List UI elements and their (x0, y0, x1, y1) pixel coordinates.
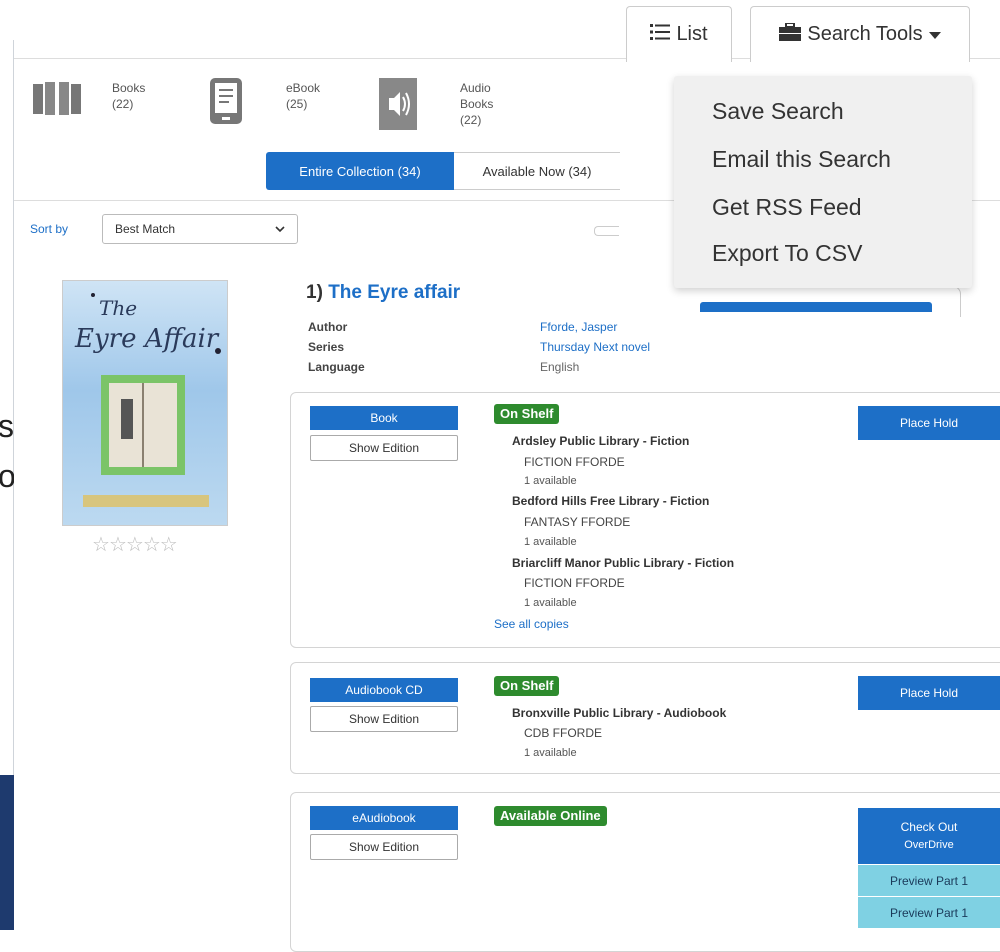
format-eaudiobook-button[interactable]: eAudiobook (310, 806, 458, 830)
status-badge: On Shelf (494, 676, 560, 696)
record-title-link[interactable]: The Eyre affair (328, 282, 460, 303)
rating-stars[interactable]: ☆☆☆☆☆ (92, 532, 178, 557)
book-cover-image[interactable]: The Eyre Affair (62, 280, 228, 526)
holding-header-outline (676, 286, 961, 317)
language-value: English (540, 360, 580, 374)
call-number: FANTASY FFORDE (524, 515, 631, 529)
library-name: Bronxville Public Library - Audiobook (512, 706, 727, 720)
tab-entire-collection[interactable]: Entire Collection (34) (266, 152, 454, 190)
search-tools-button[interactable]: Search Tools (750, 6, 970, 62)
list-view-label: List (676, 23, 708, 45)
preview-part-button[interactable]: Preview Part 1 (858, 896, 1000, 928)
see-all-copies-link[interactable]: See all copies (494, 617, 569, 631)
search-tools-menu: Save Search Email this Search Get RSS Fe… (674, 76, 972, 288)
audiobook-format-link[interactable] (378, 77, 418, 135)
record-title: 1) The Eyre affair (306, 282, 460, 304)
overdrive-label: OverDrive (904, 839, 954, 851)
svg-text:The: The (99, 296, 137, 320)
language-label: Language (308, 360, 365, 374)
show-edition-button[interactable]: Show Edition (310, 706, 458, 732)
show-edition-button[interactable]: Show Edition (310, 435, 458, 461)
check-out-label: Check Out (900, 820, 958, 834)
menu-item-save-search[interactable]: Save Search (712, 98, 844, 125)
series-link[interactable]: Thursday Next novel (540, 340, 650, 354)
series-label: Series (308, 340, 345, 354)
format-book-button[interactable]: Book (310, 406, 458, 430)
menu-item-rss-feed[interactable]: Get RSS Feed (712, 194, 862, 221)
ereader-icon (209, 77, 243, 130)
menu-item-export-csv[interactable]: Export To CSV (712, 240, 862, 267)
show-edition-button[interactable]: Show Edition (310, 834, 458, 860)
chevron-down-icon (275, 222, 285, 236)
library-name: Bedford Hills Free Library - Fiction (512, 494, 710, 508)
speaker-icon (379, 77, 417, 135)
library-name: Briarcliff Manor Public Library - Fictio… (512, 556, 735, 570)
author-label: Author (308, 320, 348, 334)
books-format-label[interactable]: Books (22) (112, 80, 145, 112)
list-icon (650, 23, 671, 47)
sort-selected-value: Best Match (115, 222, 176, 236)
place-hold-button[interactable]: Place Hold (858, 676, 1000, 710)
caret-down-icon (928, 23, 941, 46)
star-icon: ☆ (108, 534, 127, 556)
ebook-format-label[interactable]: eBook (25) (286, 80, 320, 112)
check-out-overdrive-button[interactable]: Check Out OverDrive (858, 808, 1000, 864)
record-number: 1) (306, 282, 323, 303)
place-hold-button[interactable]: Place Hold (858, 406, 1000, 440)
availability-count: 1 available (524, 475, 577, 487)
availability-count: 1 available (524, 747, 577, 759)
star-icon: ☆ (142, 534, 161, 556)
books-format-link[interactable] (32, 80, 82, 122)
open-book-icon (32, 80, 82, 123)
star-icon: ☆ (92, 534, 110, 556)
toolbox-icon (779, 21, 802, 47)
star-icon: ☆ (159, 534, 178, 556)
search-tools-label: Search Tools (807, 23, 923, 45)
format-audiobook-cd-button[interactable]: Audiobook CD (310, 678, 458, 702)
availability-count: 1 available (524, 597, 577, 609)
menu-item-email-search[interactable]: Email this Search (712, 146, 891, 173)
background-text-fragment: s (0, 408, 14, 444)
status-badge: Available Online (494, 806, 607, 826)
call-number: CDB FFORDE (524, 726, 602, 740)
call-number: FICTION FFORDE (524, 576, 625, 590)
call-number: FICTION FFORDE (524, 455, 625, 469)
tab-available-now[interactable]: Available Now (34) (454, 152, 620, 190)
sort-select[interactable]: Best Match (102, 214, 298, 244)
sort-by-label: Sort by (30, 222, 69, 236)
view-toggle[interactable] (594, 226, 619, 236)
list-view-button[interactable]: List (626, 6, 732, 62)
audiobook-format-label[interactable]: Audio Books (22) (460, 80, 493, 128)
ebook-format-link[interactable] (206, 77, 246, 130)
library-name: Ardsley Public Library - Fiction (512, 434, 690, 448)
author-link[interactable]: Fforde, Jasper (540, 320, 617, 334)
availability-count: 1 available (524, 536, 577, 548)
svg-text:Eyre Affair: Eyre Affair (74, 324, 220, 354)
preview-part-button[interactable]: Preview Part 1 (858, 864, 1000, 896)
status-badge: On Shelf (494, 404, 560, 424)
star-icon: ☆ (125, 534, 144, 556)
